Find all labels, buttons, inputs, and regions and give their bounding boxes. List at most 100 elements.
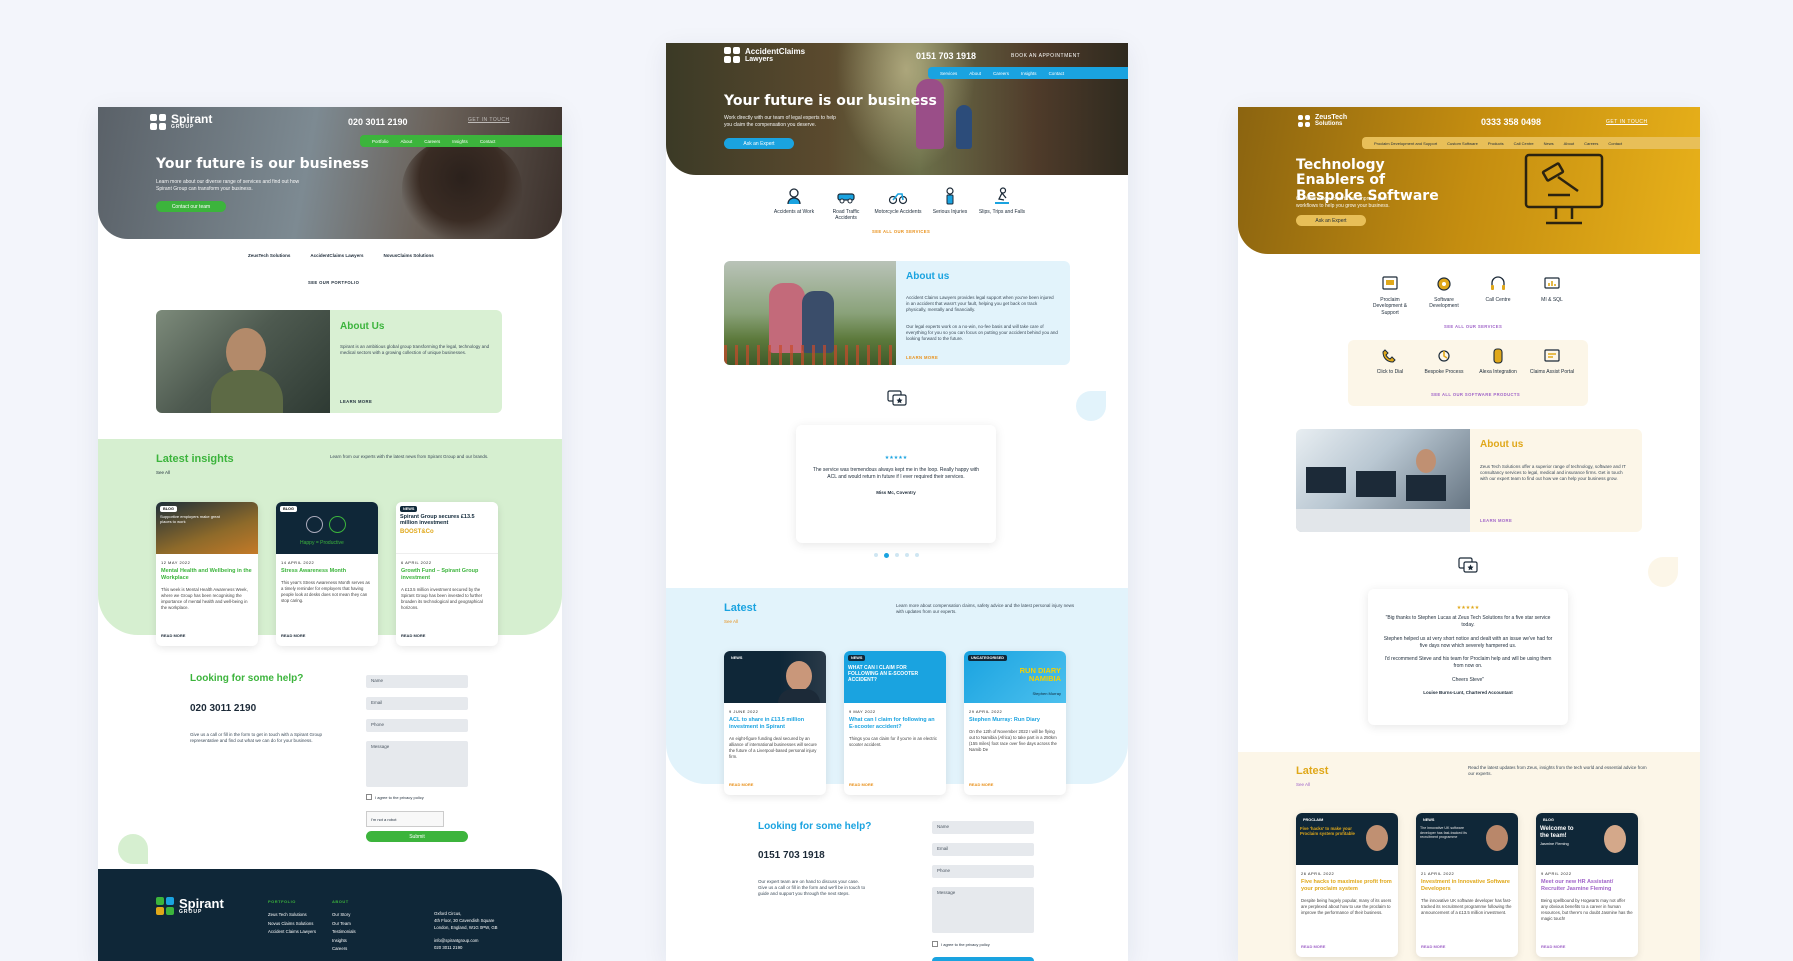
help-phone[interactable]: 0151 703 1918 <box>758 850 825 861</box>
carousel-dot[interactable] <box>874 553 878 557</box>
nav-insights[interactable]: Insights <box>452 139 468 144</box>
email-field[interactable]: Email <box>366 697 468 710</box>
get-in-touch-link[interactable]: GET IN TOUCH <box>468 117 510 123</box>
card-title[interactable]: Growth Fund – Spirant Group investment <box>401 568 493 582</box>
header-phone[interactable]: 0151 703 1918 <box>916 51 976 61</box>
latest-see-all[interactable]: See All <box>1296 782 1310 787</box>
ask-expert-button[interactable]: Ask an Expert <box>1296 215 1366 226</box>
footer-link[interactable]: Careers <box>332 945 356 954</box>
insight-card-2[interactable]: BLOG Happy = Productive 14 APRIL 2022 St… <box>276 502 378 646</box>
partner-novus[interactable]: NovusClaims Solutions <box>383 253 433 259</box>
message-field[interactable]: Message <box>932 887 1034 933</box>
header-phone[interactable]: 020 3011 2190 <box>348 117 408 127</box>
nav-news[interactable]: News <box>1544 141 1554 146</box>
nav-about[interactable]: About <box>401 139 413 144</box>
get-in-touch-link[interactable]: GET IN TOUCH <box>1606 119 1648 125</box>
service-slips-trips[interactable]: Slips, Trips and Falls <box>978 187 1026 215</box>
carousel-dot-active[interactable] <box>884 553 889 558</box>
nav-insights[interactable]: Insights <box>1021 71 1037 76</box>
card-read-more[interactable]: READ MORE <box>281 633 305 638</box>
footer-link[interactable]: Zeus Tech Solutions <box>268 911 316 920</box>
card-title[interactable]: Five hacks to maximise profit from your … <box>1301 879 1393 893</box>
partner-acl[interactable]: AccidentClaims Lawyers <box>310 253 363 259</box>
footer-link[interactable]: Our Team <box>332 920 356 929</box>
nav-contact[interactable]: Contact <box>1049 71 1065 76</box>
service-motorcycle[interactable]: Motorcycle Accidents <box>874 187 922 215</box>
card-title[interactable]: Investment in Innovative Software Develo… <box>1421 879 1513 893</box>
email-field[interactable]: Email <box>932 843 1034 856</box>
see-services-link[interactable]: SEE ALL OUR SERVICES <box>1444 324 1502 329</box>
latest-card-3[interactable]: UNCATEGORISED RUN DIARY NAMIBIA Stephen … <box>964 651 1066 795</box>
card-read-more[interactable]: READ MORE <box>729 782 753 787</box>
service-accidents-at-work[interactable]: Accidents at Work <box>770 187 818 215</box>
carousel-dot[interactable] <box>905 553 909 557</box>
nav-proclaim[interactable]: Proclaim Development and Support <box>1374 141 1437 146</box>
card-read-more[interactable]: READ MORE <box>969 782 993 787</box>
card-read-more[interactable]: READ MORE <box>161 633 185 638</box>
nav-products[interactable]: Products <box>1488 141 1504 146</box>
latest-card-2[interactable]: NEWS The innovative UK software develope… <box>1416 813 1518 957</box>
submit-button[interactable]: Submit <box>366 831 468 842</box>
header-phone[interactable]: 0333 358 0498 <box>1481 117 1541 127</box>
product-bespoke-process[interactable]: Bespoke Process <box>1420 347 1468 375</box>
about-learn-more[interactable]: LEARN MORE <box>1480 518 1512 523</box>
product-alexa[interactable]: Alexa Integration <box>1474 347 1522 375</box>
nav-contact[interactable]: Contact <box>1608 141 1622 146</box>
nav-custom-software[interactable]: Custom Software <box>1447 141 1478 146</box>
card-read-more[interactable]: READ MORE <box>401 633 425 638</box>
service-software[interactable]: Software Development <box>1420 275 1468 310</box>
nav-careers[interactable]: Careers <box>424 139 440 144</box>
about-learn-more[interactable]: LEARN MORE <box>340 399 372 404</box>
ask-expert-button[interactable]: Ask an Expert <box>724 138 794 149</box>
card-title[interactable]: Meet our new HR Assistant/ Recruiter Jas… <box>1541 879 1633 893</box>
contact-team-button[interactable]: Contact our team <box>156 201 226 212</box>
card-read-more[interactable]: READ MORE <box>1421 944 1445 949</box>
phone-field[interactable]: Phone <box>366 719 468 732</box>
partner-zeus[interactable]: ZeusTech Solutions <box>248 253 290 259</box>
name-field[interactable]: Name <box>366 675 468 688</box>
service-road-traffic[interactable]: Road Traffic Accidents <box>822 187 870 222</box>
nav-contact[interactable]: Contact <box>480 139 496 144</box>
message-field[interactable]: Message <box>366 741 468 787</box>
service-proclaim[interactable]: Proclaim Development & Support <box>1366 275 1414 316</box>
privacy-checkbox[interactable]: I agree to the privacy policy <box>366 794 424 800</box>
latest-card-1[interactable]: PROCLAIM Five 'hacks' to make your Procl… <box>1296 813 1398 957</box>
privacy-checkbox[interactable]: I agree to the privacy policy <box>932 941 990 947</box>
footer-email[interactable]: info@spirantgroup.com <box>434 938 498 945</box>
service-serious-injuries[interactable]: Serious Injuries <box>926 187 974 215</box>
nav-services[interactable]: Services <box>940 71 957 76</box>
footer-link[interactable]: Insights <box>332 937 356 946</box>
about-learn-more[interactable]: LEARN MORE <box>906 355 938 360</box>
card-title[interactable]: ACL to share in £13.5 million investment… <box>729 717 821 731</box>
see-services-link[interactable]: SEE ALL OUR SERVICES <box>872 229 930 234</box>
footer-phone[interactable]: 020 3011 2190 <box>434 945 498 952</box>
nav-portfolio[interactable]: Portfolio <box>372 139 389 144</box>
latest-see-all[interactable]: See All <box>724 619 738 624</box>
product-claims-portal[interactable]: Claims Assist Portal <box>1528 347 1576 375</box>
captcha-box[interactable]: I'm not a robot <box>366 811 444 827</box>
submit-button[interactable] <box>932 957 1034 961</box>
see-products-link[interactable]: SEE ALL OUR SOFTWARE PRODUCTS <box>1431 392 1520 397</box>
card-read-more[interactable]: READ MORE <box>1541 944 1565 949</box>
acl-logo[interactable]: AccidentClaims Lawyers <box>724 47 805 63</box>
latest-card-2[interactable]: NEWS WHAT CAN I CLAIM FOR FOLLOWING AN E… <box>844 651 946 795</box>
card-title[interactable]: Stephen Murray: Run Diary <box>969 717 1061 724</box>
footer-link[interactable]: Our Story <box>332 911 356 920</box>
nav-careers[interactable]: Careers <box>993 71 1009 76</box>
insight-card-3[interactable]: NEWS Spirant Group secures £13.5 million… <box>396 502 498 646</box>
checkbox-icon[interactable] <box>932 941 938 947</box>
card-title[interactable]: Mental Health and Wellbeing in the Workp… <box>161 568 253 582</box>
checkbox-icon[interactable] <box>366 794 372 800</box>
card-title[interactable]: Stress Awareness Month <box>281 568 373 575</box>
latest-card-1[interactable]: NEWS 9 JUNE 2022 ACL to share in £13.5 m… <box>724 651 826 795</box>
service-mi-sql[interactable]: MI & SQL <box>1528 275 1576 303</box>
carousel-dot[interactable] <box>915 553 919 557</box>
footer-link[interactable]: Novus Claims Solutions <box>268 920 316 929</box>
nav-about[interactable]: About <box>1564 141 1574 146</box>
product-click-to-dial[interactable]: Click to Dial <box>1366 347 1414 375</box>
book-appointment-link[interactable]: BOOK AN APPOINTMENT <box>1011 53 1080 59</box>
footer-link[interactable]: Testimonials <box>332 928 356 937</box>
insight-card-1[interactable]: BLOG Supportive employers make great pla… <box>156 502 258 646</box>
footer-link[interactable]: Accident Claims Lawyers <box>268 928 316 937</box>
name-field[interactable]: Name <box>932 821 1034 834</box>
